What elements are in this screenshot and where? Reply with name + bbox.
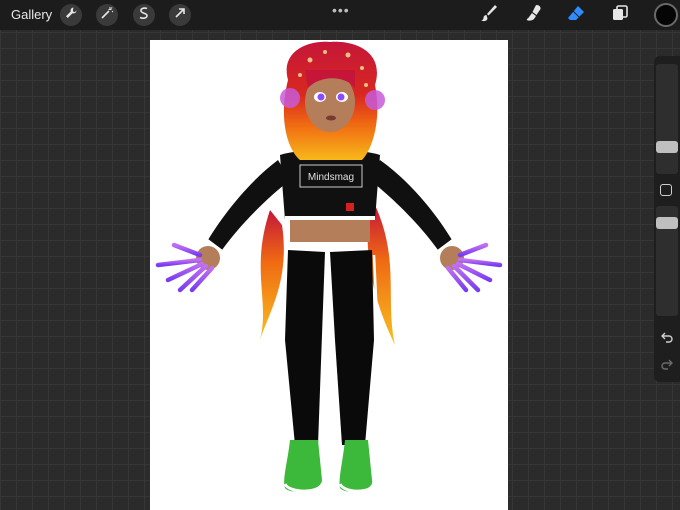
brush-size-slider[interactable] [656, 64, 678, 174]
adjustments-button[interactable] [96, 4, 118, 26]
smudge-icon [524, 3, 544, 28]
left-shoe [284, 440, 322, 492]
wrench-icon [64, 6, 78, 25]
hair-tail-left [260, 210, 284, 340]
crop-top [280, 149, 380, 220]
brush-size-thumb[interactable] [656, 141, 678, 153]
opacity-thumb[interactable] [656, 217, 678, 229]
more-options-button[interactable]: ••• [332, 2, 350, 18]
brush-icon [479, 3, 499, 28]
modifier-button[interactable] [660, 184, 672, 196]
gallery-button[interactable]: Gallery [11, 7, 52, 22]
shirt-text: Mindsmag [308, 172, 354, 183]
drawing-canvas[interactable]: Mindsmag [150, 40, 508, 510]
redo-icon [661, 357, 673, 375]
magic-wand-icon [100, 6, 114, 25]
layers-button[interactable] [608, 4, 632, 26]
color-picker-button[interactable] [654, 3, 678, 27]
left-leg [285, 250, 325, 445]
top-toolbar: Gallery ••• [0, 0, 680, 30]
transform-button[interactable] [169, 4, 191, 26]
right-shoe [339, 440, 373, 492]
selection-icon [137, 6, 151, 25]
midriff [290, 220, 370, 242]
brush-button[interactable] [477, 4, 501, 26]
redo-button[interactable] [659, 358, 675, 374]
character-illustration: Mindsmag [155, 41, 503, 493]
eraser-icon [566, 3, 586, 28]
undo-button[interactable] [659, 331, 675, 347]
layers-icon [610, 3, 630, 28]
transform-arrow-icon [173, 6, 187, 25]
right-sidebar [654, 56, 680, 382]
eraser-button[interactable] [564, 4, 588, 26]
actions-button[interactable] [60, 4, 82, 26]
smudge-button[interactable] [522, 4, 546, 26]
undo-icon [661, 330, 673, 348]
selection-button[interactable] [133, 4, 155, 26]
right-leg [330, 250, 374, 445]
